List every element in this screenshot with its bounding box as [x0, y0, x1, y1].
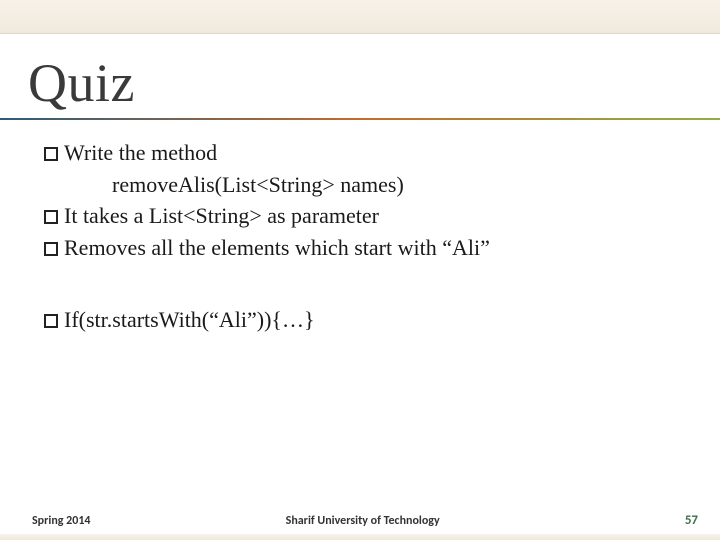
bullet-item: If(str.startsWith(“Ali”)){…} [44, 305, 690, 335]
bullet-square-icon [44, 242, 58, 256]
footer-center: Sharif University of Technology [41, 514, 685, 528]
bullet-text: Removes all the elements which start wit… [64, 235, 490, 260]
bullet-square-icon [44, 210, 58, 224]
slide-content: Write the method removeAlis(List<String>… [44, 138, 690, 334]
code-line: removeAlis(List<String> names) [112, 170, 690, 200]
slide-footer: Spring 2014 Sharif University of Technol… [0, 513, 720, 528]
page-number: 57 [685, 513, 698, 528]
title-underline [0, 118, 720, 120]
bullet-item: Write the method [44, 138, 690, 168]
slide-title: Quiz [28, 52, 720, 114]
bullet-text: It takes a List<String> as parameter [64, 203, 379, 228]
bottom-band [0, 534, 720, 540]
top-band [0, 0, 720, 34]
bullet-item: It takes a List<String> as parameter [44, 201, 690, 231]
bullet-square-icon [44, 147, 58, 161]
bullet-square-icon [44, 314, 58, 328]
bullet-item: Removes all the elements which start wit… [44, 233, 690, 263]
bullet-text: Write the method [64, 140, 217, 165]
bullet-text: If(str.startsWith(“Ali”)){…} [64, 307, 315, 332]
